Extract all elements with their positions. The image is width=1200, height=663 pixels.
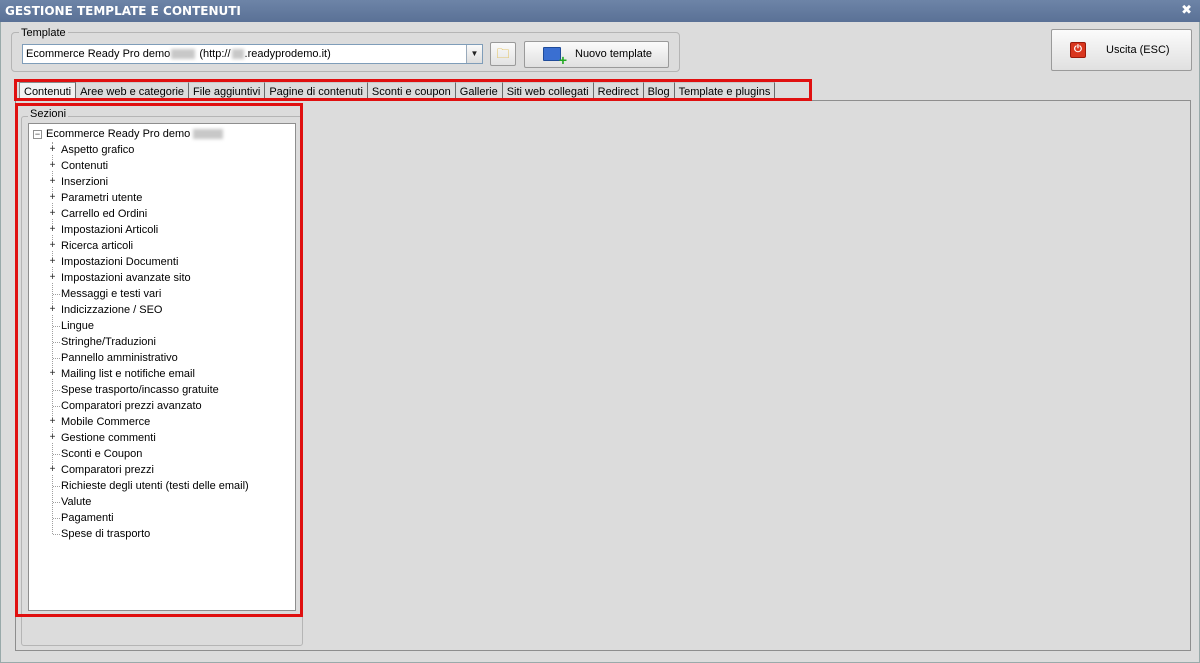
template-select-url-suffix: .readyprodemo.it) [244,48,331,60]
window-title: GESTIONE TEMPLATE E CONTENUTI [5,4,241,18]
template-select[interactable]: Ecommerce Ready Pro demo (http:// .readyp… [22,44,483,64]
redacted-text [231,49,244,60]
chevron-down-icon[interactable]: ▼ [466,45,482,63]
window-titlebar: GESTIONE TEMPLATE E CONTENUTI ✖ [0,0,1200,22]
open-folder-button[interactable]: 🗀 [490,42,516,66]
template-select-url-prefix: (http:// [199,48,231,60]
exit-label: Uscita (ESC) [1106,44,1170,56]
template-group-label: Template [19,27,68,39]
add-monitor-icon [543,47,567,67]
sections-highlight [15,103,303,617]
folder-icon: 🗀 [496,46,510,61]
new-template-label: Nuovo template [575,48,653,60]
redacted-text [171,49,196,60]
power-icon: ⏻ [1070,42,1086,58]
close-icon[interactable]: ✖ [1181,0,1192,22]
template-select-name: Ecommerce Ready Pro demo [26,48,171,60]
exit-button[interactable]: ⏻ Uscita (ESC) [1051,29,1192,71]
tabs-highlight [14,79,812,101]
new-template-button[interactable]: Nuovo template [524,41,669,68]
